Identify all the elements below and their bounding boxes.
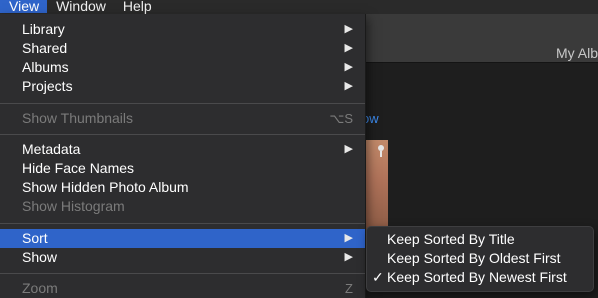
menu-separator — [0, 103, 365, 104]
submenu-arrow-icon: ▶ — [344, 23, 353, 35]
sort-submenu: Keep Sorted By Title Keep Sorted By Olde… — [366, 226, 594, 292]
menu-item-label: Zoom — [22, 280, 58, 296]
menu-window[interactable]: Window — [47, 0, 114, 13]
menu-item-label: Show — [22, 249, 58, 265]
menu-separator — [0, 134, 365, 135]
photo-thumbnail[interactable] — [366, 140, 388, 236]
menu-item-label: Projects — [22, 78, 73, 94]
menu-item-show-hidden-photo-album[interactable]: Show Hidden Photo Album — [0, 178, 365, 197]
menu-item-show[interactable]: Show ▶ — [0, 248, 365, 267]
menu-item-label: Show Histogram — [22, 198, 125, 214]
menu-item-label: Albums — [22, 59, 69, 75]
menu-item-show-thumbnails: Show Thumbnails ⌥S — [0, 109, 365, 128]
menu-item-label: Show Thumbnails — [22, 110, 134, 126]
menu-item-zoom: Zoom Z — [0, 279, 365, 298]
shortcut-label: ⌥S — [329, 111, 353, 126]
submenu-arrow-icon: ▶ — [344, 80, 353, 92]
menu-separator — [0, 223, 365, 224]
submenu-item-label: Keep Sorted By Newest First — [387, 269, 567, 285]
menu-view[interactable]: View — [0, 0, 48, 13]
submenu-arrow-icon: ▶ — [344, 143, 353, 155]
menu-item-label: Show Hidden Photo Album — [22, 179, 189, 195]
submenu-item-sort-newest-first[interactable]: ✓ Keep Sorted By Newest First — [367, 268, 593, 287]
checkmark-icon: ✓ — [372, 269, 384, 285]
menu-item-label: Sort — [22, 230, 48, 246]
location-pin-icon — [378, 145, 384, 157]
submenu-arrow-icon: ▶ — [344, 42, 353, 54]
submenu-arrow-icon: ▶ — [344, 232, 353, 244]
menu-help[interactable]: Help — [114, 0, 160, 13]
submenu-arrow-icon: ▶ — [344, 251, 353, 263]
view-menu: Library ▶ Shared ▶ Albums ▶ Projects ▶ S… — [0, 14, 366, 298]
menu-item-shared[interactable]: Shared ▶ — [0, 39, 365, 58]
menu-separator — [0, 273, 365, 274]
menu-item-show-histogram: Show Histogram — [0, 197, 365, 216]
menu-item-label: Library — [22, 21, 65, 37]
menu-item-sort[interactable]: Sort ▶ — [0, 229, 365, 248]
submenu-item-sort-oldest-first[interactable]: Keep Sorted By Oldest First — [367, 249, 593, 268]
menu-item-label: Metadata — [22, 141, 81, 157]
app-toolbar: My Alb — [330, 14, 598, 63]
menu-item-label: Shared — [22, 40, 68, 56]
album-title: My Alb — [555, 45, 598, 61]
menu-item-label: Hide Face Names — [22, 160, 135, 176]
submenu-item-sort-by-title[interactable]: Keep Sorted By Title — [367, 230, 593, 249]
submenu-arrow-icon: ▶ — [344, 61, 353, 73]
submenu-item-label: Keep Sorted By Title — [387, 231, 515, 247]
menu-item-projects[interactable]: Projects ▶ — [0, 77, 365, 96]
submenu-item-label: Keep Sorted By Oldest First — [387, 250, 561, 266]
menu-bar: View Window Help — [0, 0, 598, 14]
menu-item-library[interactable]: Library ▶ — [0, 20, 365, 39]
menu-item-hide-face-names[interactable]: Hide Face Names — [0, 159, 365, 178]
menu-item-metadata[interactable]: Metadata ▶ — [0, 140, 365, 159]
shortcut-label: Z — [345, 281, 353, 296]
menu-item-albums[interactable]: Albums ▶ — [0, 58, 365, 77]
